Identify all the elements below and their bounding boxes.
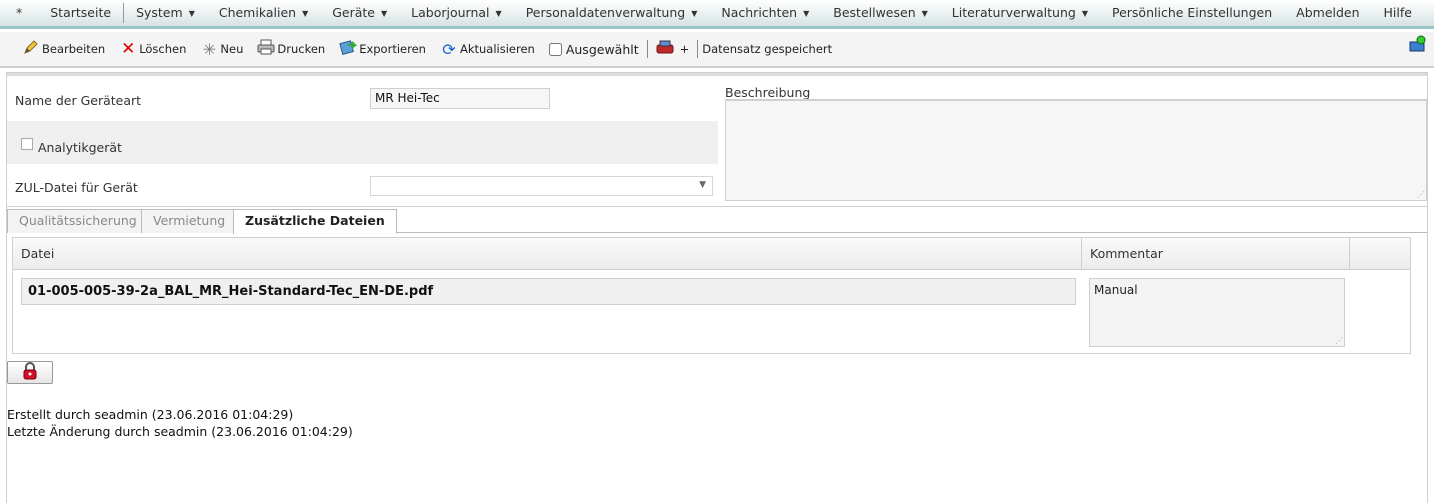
analytic-checkbox[interactable] xyxy=(21,138,33,150)
lock-icon xyxy=(23,362,37,383)
menu-item-system[interactable]: System ▼ xyxy=(124,0,207,26)
home-star-item[interactable]: * xyxy=(0,0,38,26)
status-text: Datensatz gespeichert xyxy=(702,42,832,56)
column-header-actions xyxy=(1350,238,1410,269)
created-info: Erstellt durch seadmin (23.06.2016 01:04… xyxy=(7,407,294,422)
tab-bar: Qualitätssicherung Vermietung Zusätzlich… xyxy=(7,207,1427,234)
chevron-down-icon: ▼ xyxy=(691,9,698,18)
menu-item-label: Laborjournal xyxy=(411,5,490,20)
delete-button-label: Löschen xyxy=(139,42,187,56)
menu-item-hilfe[interactable]: Hilfe xyxy=(1372,0,1424,26)
files-table: Datei Kommentar 01-005-005-39-2a_BAL_MR_… xyxy=(12,237,1411,354)
description-textarea[interactable]: ⋰ xyxy=(725,99,1427,201)
toolbar-separator xyxy=(646,40,648,58)
menu-item-label: Bestellwesen xyxy=(833,5,916,20)
export-button-label: Exportieren xyxy=(359,42,426,56)
status-label: Datensatz gespeichert xyxy=(702,42,833,56)
menu-item-label: Abmelden xyxy=(1296,5,1360,20)
menu-item-laborjournal[interactable]: Laborjournal ▼ xyxy=(399,0,514,26)
description-label: Beschreibung xyxy=(725,85,811,100)
chevron-down-icon: ▼ xyxy=(699,180,706,190)
chevron-down-icon: ▼ xyxy=(188,9,195,18)
delete-x-icon: ✕ xyxy=(121,39,136,59)
chevron-down-icon: ▼ xyxy=(1081,9,1088,18)
column-header-datei: Datei xyxy=(13,238,1082,269)
printer-icon xyxy=(255,39,277,59)
new-button-label: Neu xyxy=(220,42,244,56)
resize-grip-icon[interactable]: ⋰ xyxy=(1417,190,1425,199)
file-link[interactable]: 01-005-005-39-2a_BAL_MR_Hei-Standard-Tec… xyxy=(21,278,1076,305)
print-button-label: Drucken xyxy=(277,42,326,56)
add-to-basket-button[interactable]: + xyxy=(654,39,690,59)
menu-item-label: Chemikalien xyxy=(218,5,297,20)
refresh-icon: ⟳ xyxy=(442,39,456,59)
plus-label: + xyxy=(679,42,690,56)
files-table-header: Datei Kommentar xyxy=(13,238,1410,270)
refresh-button-label: Aktualisieren xyxy=(459,42,535,56)
zul-label: ZUL-Datei für Gerät xyxy=(15,180,138,195)
new-button[interactable]: ✳ Neu xyxy=(198,39,244,59)
tab-vermietung[interactable]: Vermietung xyxy=(141,209,238,233)
chevron-down-icon: ▼ xyxy=(803,9,810,18)
menu-item-persoenliche-einstellungen[interactable]: Persönliche Einstellungen xyxy=(1100,0,1284,26)
menu-item-label: Hilfe xyxy=(1383,5,1412,20)
menu-item-label: System xyxy=(136,5,183,20)
column-header-kommentar: Kommentar xyxy=(1082,238,1350,269)
menu-item-label: Literaturverwaltung xyxy=(951,5,1076,20)
tab-zusaetzliche-dateien[interactable]: Zusätzliche Dateien xyxy=(233,209,397,234)
edit-button[interactable]: Bearbeiten xyxy=(20,39,105,59)
modified-info: Letzte Änderung durch seadmin (23.06.201… xyxy=(7,424,353,439)
menu-item-nachrichten[interactable]: Nachrichten ▼ xyxy=(709,0,821,26)
selected-checkbox-input[interactable] xyxy=(548,42,562,56)
user-status-icon[interactable] xyxy=(1408,34,1428,59)
menu-item-personaldatenverwaltung[interactable]: Personaldatenverwaltung ▼ xyxy=(514,0,710,26)
tab-qualitaetssicherung[interactable]: Qualitätssicherung xyxy=(7,209,149,233)
menu-item-label: Nachrichten xyxy=(721,5,798,20)
pencil-icon xyxy=(20,39,42,59)
menu-item-chemikalien[interactable]: Chemikalien ▼ xyxy=(207,0,320,26)
name-label: Name der Geräteart xyxy=(15,93,142,108)
chevron-down-icon: ▼ xyxy=(381,9,388,18)
basket-icon xyxy=(654,39,676,59)
export-icon xyxy=(337,39,359,59)
print-button[interactable]: Drucken xyxy=(255,39,325,59)
refresh-button[interactable]: ⟳ Aktualisieren xyxy=(438,40,535,59)
chevron-down-icon: ▼ xyxy=(302,9,309,18)
main-menu-bar: * Startseite System ▼ Chemikalien ▼ Geräte… xyxy=(0,0,1434,29)
toolbar-separator xyxy=(697,40,699,58)
menu-item-label: Geräte xyxy=(332,5,376,20)
record-panel: Name der Geräteart MR Hei-Tec Analytikge… xyxy=(6,72,1428,503)
form-area: Name der Geräteart MR Hei-Tec Analytikge… xyxy=(7,73,1427,207)
menu-item-label: Persönliche Einstellungen xyxy=(1112,5,1273,20)
menu-item-literaturverwaltung[interactable]: Literaturverwaltung ▼ xyxy=(940,0,1100,26)
menu-item-abmelden[interactable]: Abmelden xyxy=(1284,0,1371,26)
menu-item-startseite[interactable]: Startseite xyxy=(38,0,123,26)
analytic-label: Analytikgerät xyxy=(38,140,122,155)
sparkle-icon: ✳ xyxy=(202,39,217,59)
menu-item-geraete[interactable]: Geräte ▼ xyxy=(320,0,399,26)
chevron-down-icon: ▼ xyxy=(495,9,502,18)
export-button[interactable]: Exportieren xyxy=(337,39,426,59)
selected-checkbox[interactable]: Ausgewählt xyxy=(548,41,639,57)
chevron-down-icon: ▼ xyxy=(921,9,928,18)
zul-select[interactable]: ▼ xyxy=(370,176,713,196)
name-field[interactable]: MR Hei-Tec xyxy=(370,88,550,109)
resize-grip-icon[interactable]: ⋰ xyxy=(1335,336,1343,345)
comment-value: Manual xyxy=(1094,283,1138,297)
edit-button-label: Bearbeiten xyxy=(42,42,106,56)
delete-button[interactable]: ✕ Löschen xyxy=(117,39,186,59)
menu-item-bestellwesen[interactable]: Bestellwesen ▼ xyxy=(821,0,940,26)
selected-checkbox-label: Ausgewählt xyxy=(565,41,639,57)
lock-button[interactable] xyxy=(7,361,53,384)
menu-item-label: Startseite xyxy=(50,5,112,20)
toolbar: Bearbeiten ✕ Löschen ✳ Neu Drucken Exporti… xyxy=(0,32,1434,68)
comment-textarea[interactable]: Manual ⋰ xyxy=(1089,278,1345,347)
menu-item-label: Personaldatenverwaltung xyxy=(525,5,686,20)
